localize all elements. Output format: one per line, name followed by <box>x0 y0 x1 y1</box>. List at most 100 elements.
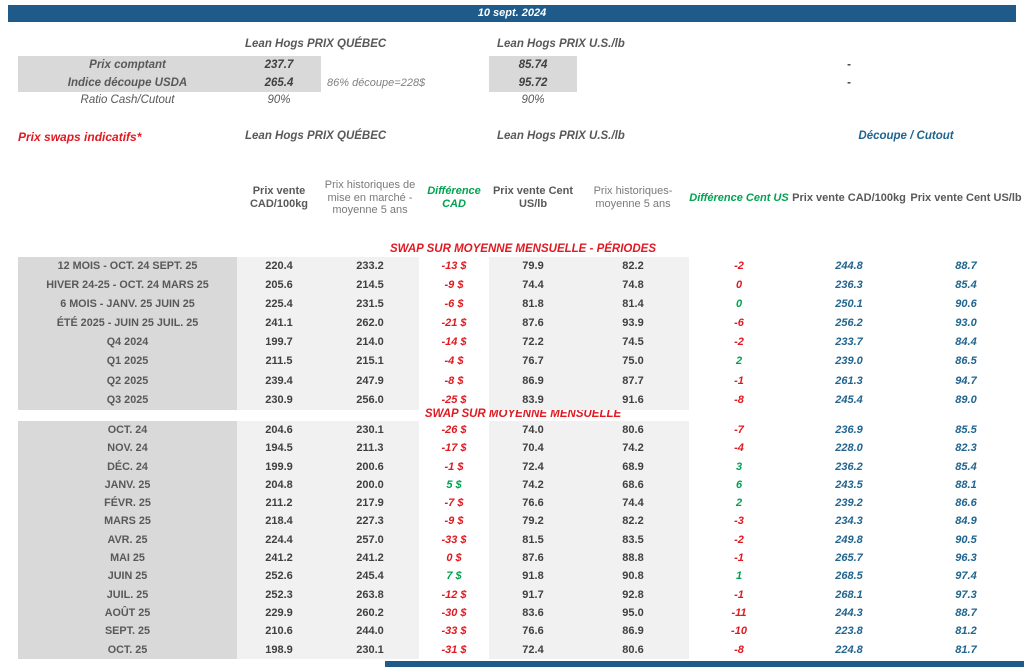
cell-cad-vente: 241.1 <box>237 314 321 334</box>
row-label: NOV. 24 <box>18 439 237 458</box>
spot-us-value: 95.72 <box>489 74 577 92</box>
column-headers: Prix vente CAD/100kg Prix historiques de… <box>18 158 1023 238</box>
cell-diff-us: -2 <box>734 533 744 546</box>
table-row: Q1 2025 211.5 215.1 -4 $ 76.7 75.0 2 239.0 86.5 <box>18 352 1023 372</box>
row-label: OCT. 24 <box>18 421 237 440</box>
date-header-bar: 10 sept. 2024 <box>8 5 1016 22</box>
cell-diff-us: -8 <box>734 643 744 656</box>
row-label: JUIL. 25 <box>18 585 237 604</box>
row-label: JUIN 25 <box>18 567 237 586</box>
cell-us-hist: 68.9 <box>577 457 689 476</box>
cell-diff-us: -2 <box>734 336 744 349</box>
cell-diff-us: 0 <box>735 298 743 311</box>
cell-diff-us: 1 <box>735 570 743 583</box>
cell-us-hist: 93.9 <box>577 314 689 334</box>
row-label: Q3 2025 <box>18 390 237 410</box>
cell-cutout-us: 90.6 <box>955 298 977 311</box>
cell-cutout-us: 85.4 <box>955 460 977 473</box>
cell-cutout-cad: 261.3 <box>835 374 863 387</box>
cell-diff-cad: -4 $ <box>444 355 464 368</box>
cell-cutout-us: 93.0 <box>955 317 977 330</box>
cell-us-vente: 81.8 <box>489 295 577 315</box>
quebec-group-header: Lean Hogs PRIX QUÉBEC <box>245 38 387 50</box>
cell-cutout-us: 86.5 <box>955 355 977 368</box>
table-row: MAI 25 241.2 241.2 0 $87.6 88.8 -1 265.7 96.3 <box>18 549 1023 568</box>
cell-cad-hist: 214.5 <box>321 276 419 296</box>
cell-us-vente: 70.4 <box>489 439 577 458</box>
cell-us-hist: 92.8 <box>577 585 689 604</box>
table-row: Q4 2024 199.7 214.0 -14 $ 72.2 74.5 -2 233.7 84.… <box>18 333 1023 353</box>
spot-qc-value: 237.7 <box>237 56 321 74</box>
cell-diff-us: -4 <box>734 442 744 455</box>
cell-cad-vente: 241.2 <box>237 549 321 568</box>
cell-diff-us: -2 <box>734 260 744 272</box>
cell-cad-hist: 244.0 <box>321 622 419 641</box>
cell-cad-vente: 230.9 <box>237 390 321 410</box>
cell-cutout-cad: 234.3 <box>835 515 863 528</box>
cell-us-hist: 88.8 <box>577 549 689 568</box>
cell-cad-vente: 199.7 <box>237 333 321 353</box>
cell-cad-hist: 256.0 <box>321 390 419 410</box>
cell-cad-vente: 199.9 <box>237 457 321 476</box>
cell-us-vente: 91.7 <box>489 585 577 604</box>
cell-us-vente: 74.2 <box>489 475 577 495</box>
cell-diff-us: -8 <box>734 393 744 406</box>
row-label: 6 MOIS - JANV. 25 JUIN 25 <box>18 295 237 315</box>
table-row: OCT. 24 204.6 230.1 -26 $ 74.0 80.6 -7 236.9 85.… <box>18 421 1023 440</box>
row-label: DÉC. 24 <box>18 457 237 476</box>
cell-us-vente: 86.9 <box>489 371 577 391</box>
cell-cad-vente: 224.4 <box>237 530 321 550</box>
spot-row-prix-comptant: Prix comptant 237.7 85.74 - <box>18 56 1023 74</box>
cell-cad-hist: 217.9 <box>321 494 419 513</box>
cell-us-hist: 80.6 <box>577 640 689 659</box>
cell-cad-hist: 230.1 <box>321 421 419 440</box>
cell-cad-vente: 218.4 <box>237 512 321 531</box>
table-row: NOV. 24 194.5 211.3 -17 $ 70.4 74.2 -4 228.0 82.… <box>18 439 1023 458</box>
cell-us-vente: 74.0 <box>489 421 577 440</box>
cell-cutout-cad: 244.3 <box>835 606 863 619</box>
cell-cad-vente: 252.6 <box>237 567 321 586</box>
cell-us-vente: 79.2 <box>489 512 577 531</box>
cell-us-hist: 80.6 <box>577 421 689 440</box>
cell-us-hist: 74.5 <box>577 333 689 353</box>
cell-us-hist: 82.2 <box>577 512 689 531</box>
cell-us-hist: 81.4 <box>577 295 689 315</box>
row-label: HIVER 24-25 - OCT. 24 MARS 25 <box>18 276 237 296</box>
cell-cad-hist: 247.9 <box>321 371 419 391</box>
cell-cutout-us: 89.0 <box>955 393 977 406</box>
cell-cutout-us: 82.3 <box>955 442 977 455</box>
cell-cad-hist: 200.0 <box>321 475 419 495</box>
swap-price-report: 10 sept. 2024 Lean Hogs PRIX QUÉBEC Lean… <box>0 0 1024 667</box>
cell-us-hist: 83.5 <box>577 530 689 550</box>
swaps-group-headers: Prix swaps indicatifs* Lean Hogs PRIX QU… <box>18 130 1023 146</box>
col-header-cad-hist: Prix historiques de mise en marché - moy… <box>324 178 416 217</box>
section-title-mensuelle: SWAP SUR MOYENNE MENSUELLE <box>424 408 622 420</box>
table-row: OCT. 25 198.9 230.1 -31 $ 72.4 80.6 -8 224.8 81.… <box>18 640 1023 659</box>
row-label: ÉTÉ 2025 - JUIN 25 JUIL. 25 <box>18 314 237 334</box>
spot-row-label: Indice découpe USDA <box>18 74 237 92</box>
row-label: MAI 25 <box>18 549 237 568</box>
table-row: ÉTÉ 2025 - JUIN 25 JUIL. 25 241.1 262.0 -21… <box>18 314 1023 334</box>
cell-diff-cad: -1 $ <box>444 460 464 473</box>
cell-cutout-us: 96.3 <box>955 552 977 565</box>
table-row: AVR. 25 224.4 257.0 -33 $ 81.5 83.5 -2 249.8 90.… <box>18 530 1023 550</box>
spot-qc-value: 265.4 <box>237 74 321 92</box>
decoupe-note: 86% découpe=228$ <box>327 77 426 89</box>
spot-price-block: Prix comptant 237.7 85.74 - Indice décou… <box>18 56 1023 109</box>
row-label: AOÛT 25 <box>18 603 237 623</box>
cell-diff-cad: 0 $ <box>446 552 462 565</box>
row-label: AVR. 25 <box>18 530 237 550</box>
col-header-cutout-us: Prix vente Cent US/lb <box>910 191 1022 204</box>
cell-diff-cad: -25 $ <box>441 393 467 406</box>
cell-cutout-cad: 236.3 <box>835 279 863 292</box>
col-header-us-hist: Prix historiques- moyenne 5 ans <box>593 185 673 210</box>
cell-cutout-cad: 228.0 <box>835 442 863 455</box>
spot-cutout-dash: - <box>847 59 851 71</box>
cell-cad-vente: 205.6 <box>237 276 321 296</box>
cell-cad-hist: 245.4 <box>321 567 419 586</box>
cell-cutout-cad: 250.1 <box>835 298 863 311</box>
cell-diff-cad: -12 $ <box>441 588 467 601</box>
cell-cad-hist: 260.2 <box>321 603 419 623</box>
table-row: 12 MOIS - OCT. 24 SEPT. 25 220.4 233.2 -13 … <box>18 257 1023 277</box>
row-label: JANV. 25 <box>18 475 237 495</box>
